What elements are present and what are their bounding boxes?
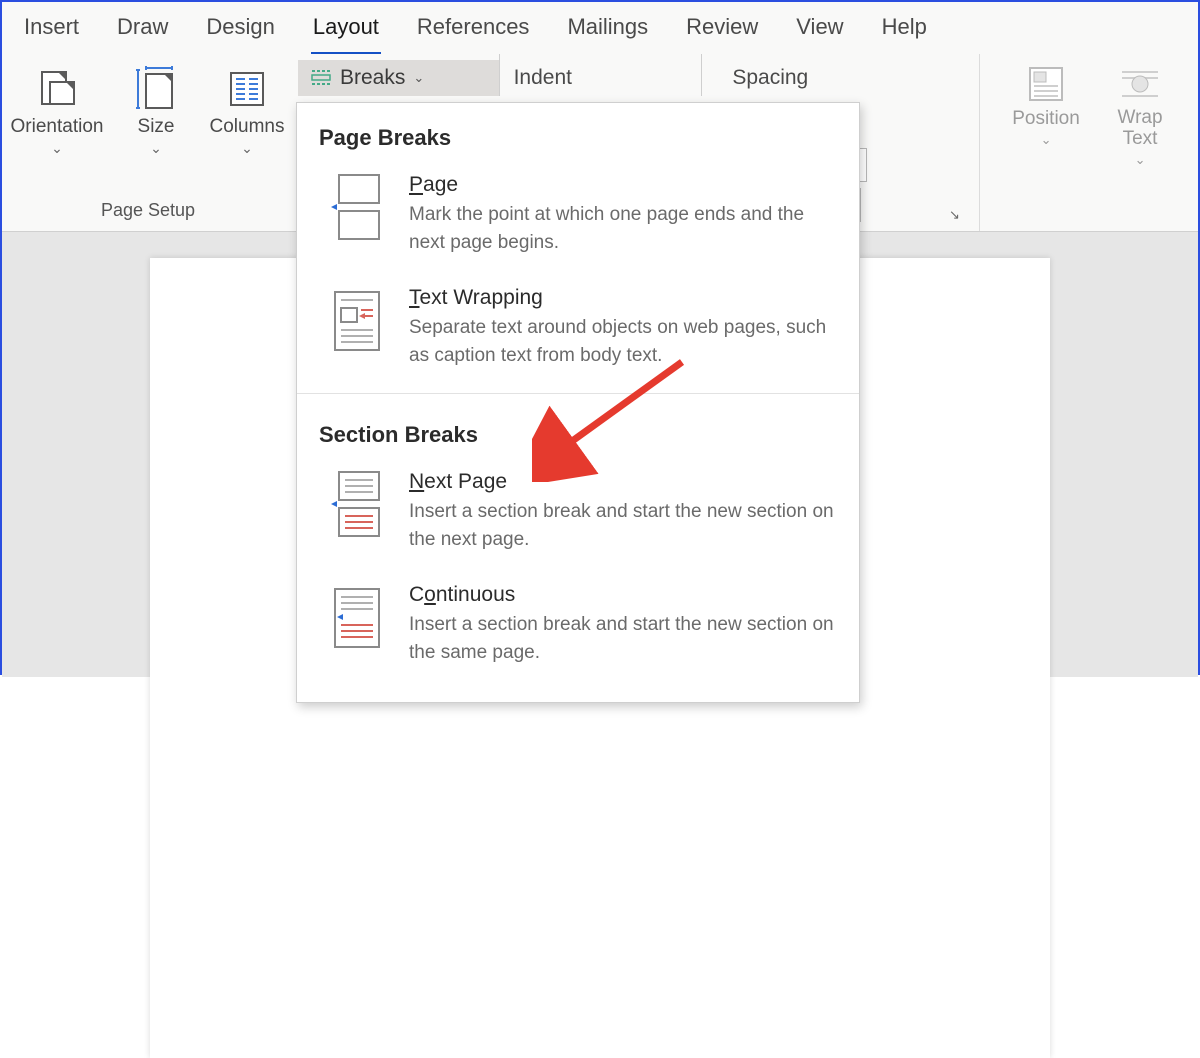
menu-divider [297, 393, 859, 394]
wrap-text-icon [1118, 64, 1162, 104]
indent-heading: Indent [499, 54, 702, 96]
menu-section-section-breaks: Section Breaks [297, 400, 859, 458]
wrap-text-button[interactable]: Wrap Text ⌄ [1100, 64, 1180, 231]
size-button[interactable]: Size ⌄ [122, 62, 190, 157]
group-page-setup: Orientation ⌄ Size [2, 54, 294, 231]
breaks-icon [310, 68, 332, 88]
menu-item-title: Text Wrapping [409, 286, 837, 310]
breaks-dropdown: Page Breaks Page Mark the point at which… [296, 102, 860, 703]
breaks-button[interactable]: Breaks ⌄ [298, 60, 499, 96]
menu-item-title: Page [409, 173, 837, 197]
columns-button[interactable]: Columns ⌄ [200, 62, 294, 157]
menu-item-desc: Separate text around objects on web page… [409, 314, 837, 369]
tab-review[interactable]: Review [684, 10, 760, 52]
chevron-down-icon: ⌄ [51, 140, 63, 157]
breaks-label: Breaks [340, 66, 405, 90]
menu-item-continuous[interactable]: Continuous Insert a section break and st… [297, 571, 859, 684]
ribbon-tabs: Insert Draw Design Layout References Mai… [2, 2, 1198, 54]
size-icon [133, 66, 179, 112]
chevron-down-icon: ⌄ [241, 140, 253, 157]
orientation-label: Orientation [11, 116, 104, 138]
chevron-down-icon: ⌄ [413, 70, 424, 86]
tab-help[interactable]: Help [880, 10, 929, 52]
tab-layout[interactable]: Layout [311, 10, 381, 56]
wrap-text-label: Wrap Text [1100, 108, 1180, 150]
orientation-icon [34, 66, 80, 112]
menu-item-text-wrapping[interactable]: Text Wrapping Separate text around objec… [297, 274, 859, 387]
position-button[interactable]: Position ⌄ [1006, 64, 1086, 231]
menu-item-next-page[interactable]: Next Page Insert a section break and sta… [297, 458, 859, 571]
menu-item-desc: Insert a section break and start the new… [409, 498, 837, 553]
dialog-launcher-icon[interactable]: ↘ [949, 207, 965, 223]
tab-view[interactable]: View [794, 10, 845, 52]
tab-references[interactable]: References [415, 10, 532, 52]
size-label: Size [138, 116, 175, 138]
menu-item-title: Continuous [409, 583, 837, 607]
group-label-page-setup: Page Setup [101, 200, 195, 227]
chevron-down-icon: ⌄ [150, 140, 162, 157]
orientation-button[interactable]: Orientation ⌄ [2, 62, 112, 157]
tab-mailings[interactable]: Mailings [565, 10, 650, 52]
text-wrapping-break-icon [329, 286, 385, 356]
columns-label: Columns [210, 116, 285, 138]
columns-icon [224, 66, 270, 112]
position-icon [1024, 64, 1068, 104]
tab-draw[interactable]: Draw [115, 10, 170, 52]
menu-item-desc: Insert a section break and start the new… [409, 611, 837, 666]
page-break-icon [329, 173, 385, 243]
menu-item-page[interactable]: Page Mark the point at which one page en… [297, 161, 859, 274]
continuous-break-icon [329, 583, 385, 653]
position-label: Position [1012, 108, 1080, 130]
menu-item-title: Next Page [409, 470, 837, 494]
menu-section-page-breaks: Page Breaks [297, 103, 859, 161]
group-arrange: Position ⌄ Wrap Text ⌄ [979, 54, 1198, 231]
chevron-down-icon: ⌄ [1135, 152, 1146, 168]
tab-design[interactable]: Design [204, 10, 276, 52]
chevron-down-icon: ⌄ [1041, 132, 1052, 148]
spacing-heading: Spacing [701, 54, 971, 96]
next-page-break-icon [329, 470, 385, 540]
menu-item-desc: Mark the point at which one page ends an… [409, 201, 837, 256]
tab-insert[interactable]: Insert [22, 10, 81, 52]
